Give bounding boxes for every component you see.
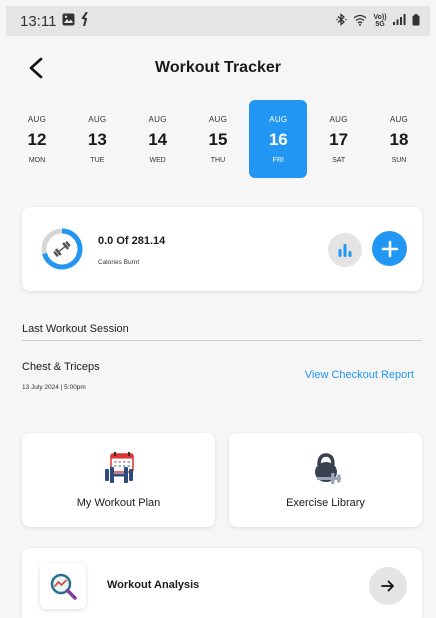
arrow-right-icon xyxy=(381,580,394,592)
workout-plan-label: My Workout Plan xyxy=(76,497,161,509)
date-month: AUG xyxy=(389,114,409,124)
date-item[interactable]: AUG 13 TUE xyxy=(68,100,126,178)
bar-chart-icon xyxy=(338,244,352,257)
workout-calendar-icon xyxy=(104,452,134,483)
date-month: AUG xyxy=(148,114,167,124)
back-button[interactable] xyxy=(22,54,50,82)
chevron-left-icon xyxy=(29,57,43,79)
stats-button[interactable] xyxy=(328,233,362,267)
exercise-library-tile[interactable]: Exercise Library xyxy=(229,433,422,527)
session-date: 13 July 2024 | 5:00pm xyxy=(22,384,86,391)
date-item[interactable]: AUG 17 SAT xyxy=(310,100,368,178)
date-month: AUG xyxy=(269,114,288,124)
last-session-title: Last Workout Session xyxy=(22,323,129,335)
date-item[interactable]: AUG 15 THU xyxy=(189,100,247,178)
calories-label: Calories Burnt xyxy=(98,259,140,266)
status-time: 13:11 xyxy=(20,12,57,30)
date-month: AUG xyxy=(27,114,47,124)
date-number: 18 xyxy=(389,129,409,149)
exercise-library-label: Exercise Library xyxy=(286,497,365,509)
status-right: Vo)) 5G xyxy=(336,13,420,29)
date-month: AUG xyxy=(329,114,348,124)
wifi-icon xyxy=(353,14,367,29)
workout-plan-tile[interactable]: My Workout Plan xyxy=(22,433,215,527)
analysis-magnifier-icon xyxy=(50,573,77,600)
date-weekday: SAT xyxy=(332,156,346,164)
workout-analysis-label: Workout Analysis xyxy=(107,579,200,591)
view-report-link[interactable]: View Checkout Report xyxy=(305,369,414,381)
calories-progress-ring xyxy=(41,228,83,270)
status-bar: 13:11 Vo)) 5G xyxy=(6,6,430,36)
kettlebell-icon xyxy=(314,453,341,484)
plus-icon xyxy=(381,240,398,257)
date-weekday: FRI xyxy=(272,156,284,164)
date-weekday: THU xyxy=(210,156,226,164)
date-weekday: TUE xyxy=(90,156,105,164)
date-number: 16 xyxy=(268,129,288,149)
signal-icon xyxy=(393,14,406,28)
divider xyxy=(22,340,422,341)
date-weekday: SUN xyxy=(391,156,407,164)
date-number: 13 xyxy=(87,129,107,149)
date-number: 14 xyxy=(148,129,168,149)
app-header: Workout Tracker xyxy=(0,50,436,86)
calories-card: 0.0 Of 281.14 Calories Burnt xyxy=(22,207,422,291)
gallery-icon xyxy=(62,13,75,30)
analysis-arrow-button[interactable] xyxy=(369,567,407,605)
activity-icon xyxy=(81,11,91,30)
date-weekday: MON xyxy=(28,156,46,164)
volte-icon: Vo)) 5G xyxy=(373,14,387,28)
date-number: 15 xyxy=(208,129,228,149)
add-button[interactable] xyxy=(372,231,407,266)
battery-icon xyxy=(412,13,420,29)
week-date-picker: AUG 12 MON AUG 13 TUE AUG 14 WED AUG 15 THU AUG 16 FRI… xyxy=(6,100,430,178)
date-item[interactable]: AUG 14 WED xyxy=(129,100,187,178)
date-number: 17 xyxy=(329,129,349,149)
bluetooth-icon xyxy=(336,13,347,29)
status-left: 13:11 xyxy=(20,11,91,30)
page-title: Workout Tracker xyxy=(155,59,281,76)
date-item[interactable]: AUG 16 FRI xyxy=(249,100,308,178)
date-month: AUG xyxy=(208,114,228,124)
date-number: 12 xyxy=(27,129,47,149)
date-item[interactable]: AUG 18 SUN xyxy=(370,100,428,178)
workout-analysis-card[interactable]: Workout Analysis xyxy=(22,548,422,618)
analysis-icon-box xyxy=(40,563,86,609)
session-name: Chest & Triceps xyxy=(22,361,100,373)
date-item[interactable]: AUG 12 MON xyxy=(8,100,66,178)
calories-value: 0.0 Of 281.14 xyxy=(98,235,166,247)
date-month: AUG xyxy=(88,114,107,124)
date-weekday: WED xyxy=(149,156,166,164)
dumbbell-icon xyxy=(53,241,71,257)
